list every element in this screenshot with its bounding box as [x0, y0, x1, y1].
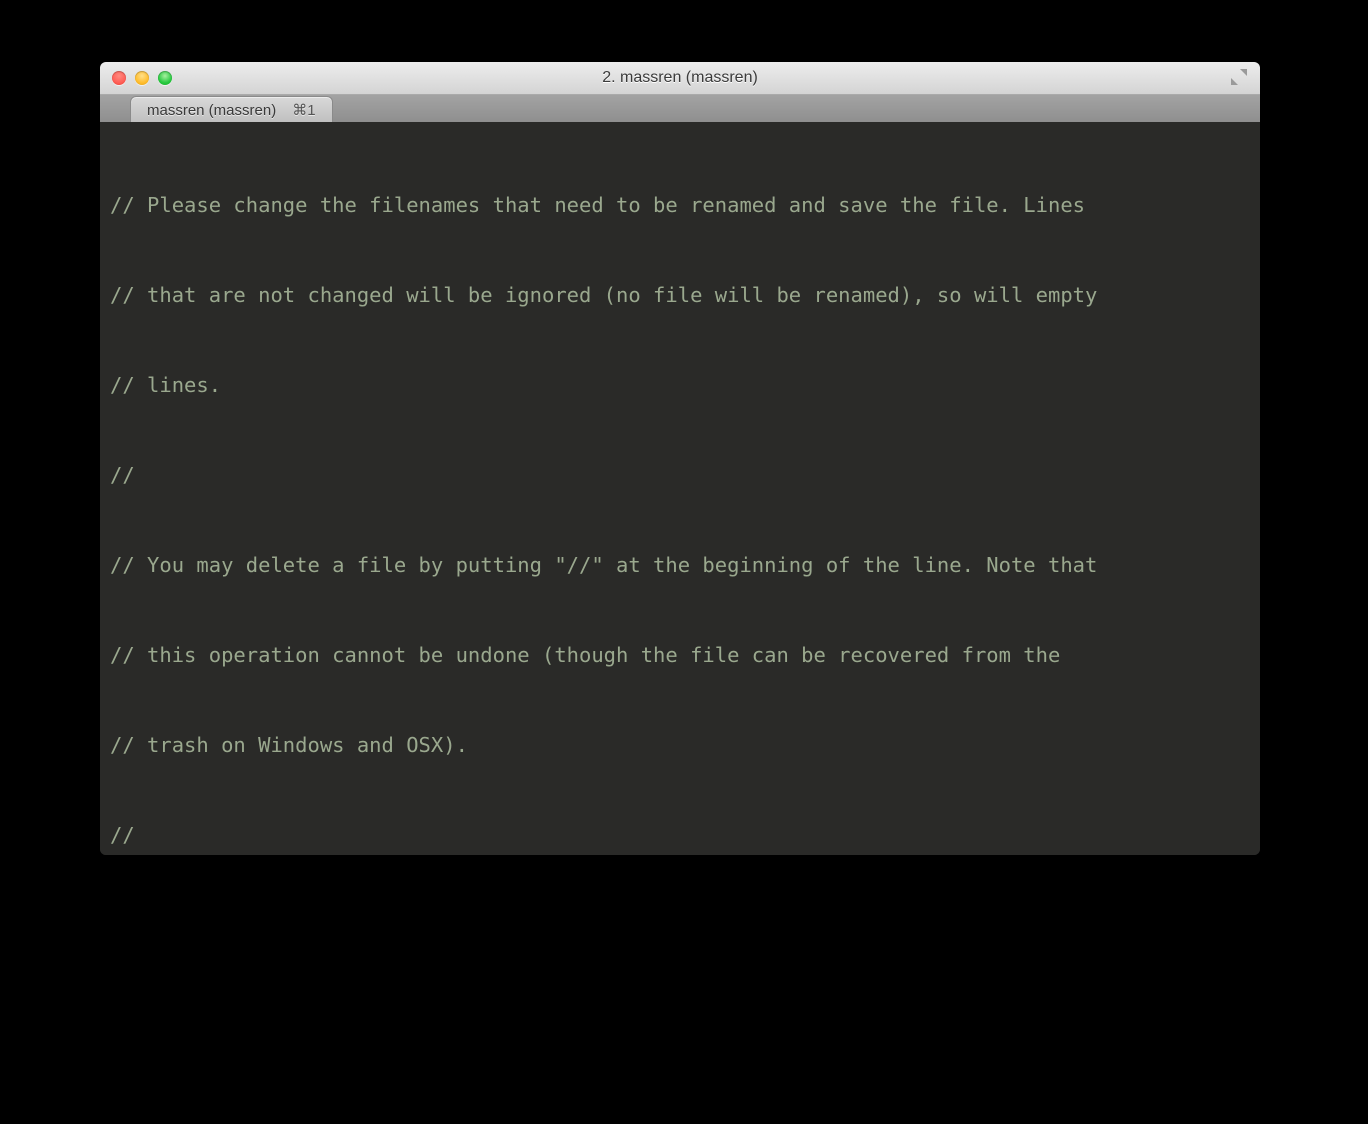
zoom-button[interactable]	[158, 71, 172, 85]
tab-bar: massren (massren) ⌘1	[100, 95, 1260, 124]
close-button[interactable]	[112, 71, 126, 85]
comment-line: // You may delete a file by putting "//"…	[110, 550, 1250, 580]
terminal-viewport[interactable]: // Please change the filenames that need…	[100, 122, 1260, 855]
comment-line: //	[110, 820, 1250, 850]
tab-massren[interactable]: massren (massren) ⌘1	[130, 96, 333, 123]
comment-line: //	[110, 460, 1250, 490]
fullscreen-icon[interactable]	[1228, 66, 1250, 88]
comment-line: // lines.	[110, 370, 1250, 400]
comment-line: // this operation cannot be undone (thou…	[110, 640, 1250, 670]
traffic-lights	[100, 71, 172, 85]
tab-label: massren (massren)	[147, 102, 276, 119]
minimize-button[interactable]	[135, 71, 149, 85]
terminal-window: 2. massren (massren) massren (massren) ⌘…	[100, 62, 1260, 855]
window-title: 2. massren (massren)	[100, 69, 1260, 87]
comment-line: // that are not changed will be ignored …	[110, 280, 1250, 310]
tab-shortcut: ⌘1	[292, 101, 315, 119]
comment-line: // Please change the filenames that need…	[110, 190, 1250, 220]
window-titlebar[interactable]: 2. massren (massren)	[100, 62, 1260, 95]
comment-line: // trash on Windows and OSX).	[110, 730, 1250, 760]
